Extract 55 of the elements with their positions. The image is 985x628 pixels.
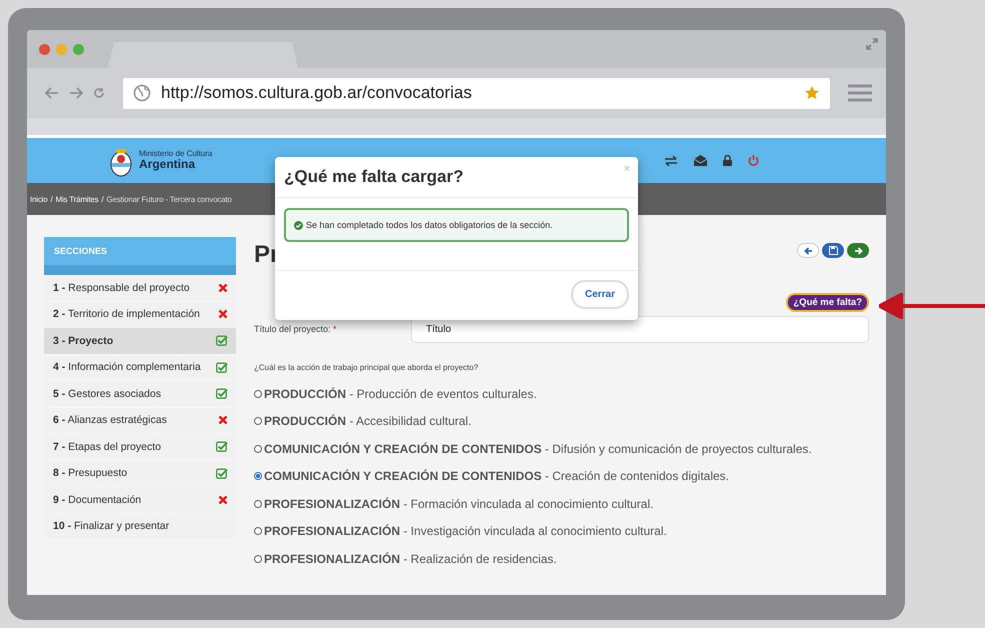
envelope-icon[interactable] [694, 155, 708, 166]
alert-message: Se han completado todos los datos obligatorios de la sección. [306, 220, 553, 230]
field-label: Título del proyecto: * [254, 323, 338, 334]
close-dialog-button[interactable]: Cerrar [570, 280, 629, 309]
radio-button[interactable] [254, 554, 262, 563]
radio-button[interactable] [254, 417, 262, 426]
minimize-dot[interactable] [56, 44, 67, 54]
lock-icon[interactable] [723, 155, 732, 166]
sidebar-item[interactable]: 6 - Alianzas estratégicas [44, 408, 236, 434]
radio-button[interactable] [254, 390, 262, 398]
radio-option[interactable]: PROFESIONALIZACIÓN - Realización de residencias. [254, 545, 869, 572]
modal-title: ¿Qué me falta cargar? [284, 167, 464, 187]
url-text: http://somos.cultura.gob.ar/convocatorias [161, 83, 472, 103]
radio-option[interactable]: PROFESIONALIZACIÓN - Investigación vinculada al conocimiento cultural. [254, 518, 869, 545]
arrow-left-icon [804, 246, 812, 254]
country-name: Argentina [139, 158, 196, 172]
next-button[interactable] [847, 243, 869, 258]
breadcrumb-item: / [50, 194, 53, 204]
sidebar-item[interactable]: 10 - Finalizar y presentar [44, 514, 236, 540]
sidebar-title: SECCIONES [54, 246, 108, 256]
radio-button[interactable] [254, 527, 262, 536]
ministry-name: Ministerio de Cultura [139, 150, 212, 158]
star-icon[interactable] [804, 85, 820, 101]
title-input-field[interactable]: Título [411, 316, 869, 343]
breadcrumb-item[interactable]: Mis Trámites [56, 194, 98, 204]
sidebar-item[interactable]: 3 - Proyecto [44, 328, 236, 354]
breadcrumb-item: / [101, 194, 104, 204]
arrow-right-icon [854, 246, 862, 254]
breadcrumb-item[interactable]: Gestionar Futuro - Tercera convocato [106, 194, 232, 204]
check-circle-icon [294, 220, 303, 230]
question-text: ¿Cuál es la acción de trabajo principal que aborda el proyecto? [254, 363, 480, 372]
back-button[interactable] [797, 243, 819, 258]
sidebar-item[interactable]: 1 - Responsable del proyecto [44, 275, 236, 302]
sidebar-item[interactable]: 5 - Gestores asociados [44, 381, 236, 408]
radio-option[interactable]: PRODUCCIÓN - Producción de eventos culturales. [254, 380, 869, 408]
help-button[interactable]: ¿Qué me falta? [786, 293, 869, 312]
sidebar-item[interactable]: 9 - Documentación [44, 487, 236, 514]
address-bar[interactable]: http://somos.cultura.gob.ar/convocatorias [123, 78, 830, 108]
save-button[interactable] [822, 243, 844, 258]
sidebar-item[interactable]: 4 - Información complementaria [44, 354, 236, 381]
maximize-dot[interactable] [73, 44, 84, 54]
breadcrumb-item[interactable]: Inicio [30, 194, 48, 204]
sidebar-item[interactable]: 8 - Presupuesto [44, 460, 236, 487]
swap-icon[interactable] [664, 156, 678, 166]
close-dot[interactable] [39, 44, 50, 54]
radio-option[interactable]: COMUNICACIÓN Y CREACIÓN DE CONTENIDOS - Difusión y comunicación de proyectos culturales. [254, 435, 869, 462]
radio-button[interactable] [254, 500, 262, 508]
radio-button[interactable] [254, 444, 262, 453]
radio-option[interactable]: PRODUCCIÓN - Accesibilidad cultural. [254, 408, 869, 435]
sidebar-item[interactable]: 7 - Etapas del proyecto [44, 434, 236, 460]
radio-option[interactable]: PROFESIONALIZACIÓN - Formación vinculada al conocimiento cultural. [254, 490, 869, 518]
globe-icon [133, 84, 151, 102]
radio-option[interactable]: COMUNICACIÓN Y CREACIÓN DE CONTENIDOS - Creación de contenidos digitales. [254, 462, 869, 490]
sidebar-item[interactable]: 2 - Territorio de implementación [44, 302, 236, 328]
radio-button[interactable] [254, 472, 262, 480]
